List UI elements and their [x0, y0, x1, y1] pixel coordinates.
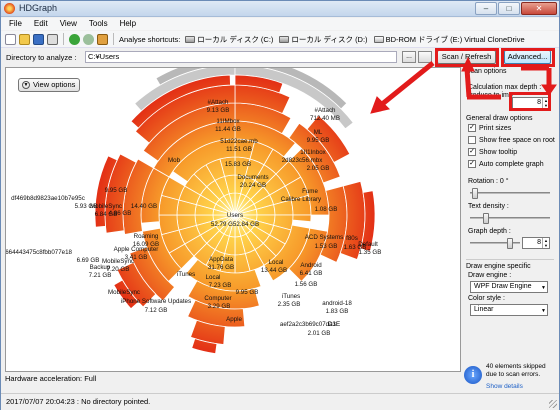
arrow-head	[461, 56, 475, 72]
app-window: HDGraph – □ ✕ File Edit View Tools Help …	[0, 0, 560, 410]
arrow-head	[541, 84, 557, 96]
arrow-line	[464, 68, 472, 98]
annotation-arrows	[370, 56, 557, 114]
arrow-line	[379, 61, 435, 107]
